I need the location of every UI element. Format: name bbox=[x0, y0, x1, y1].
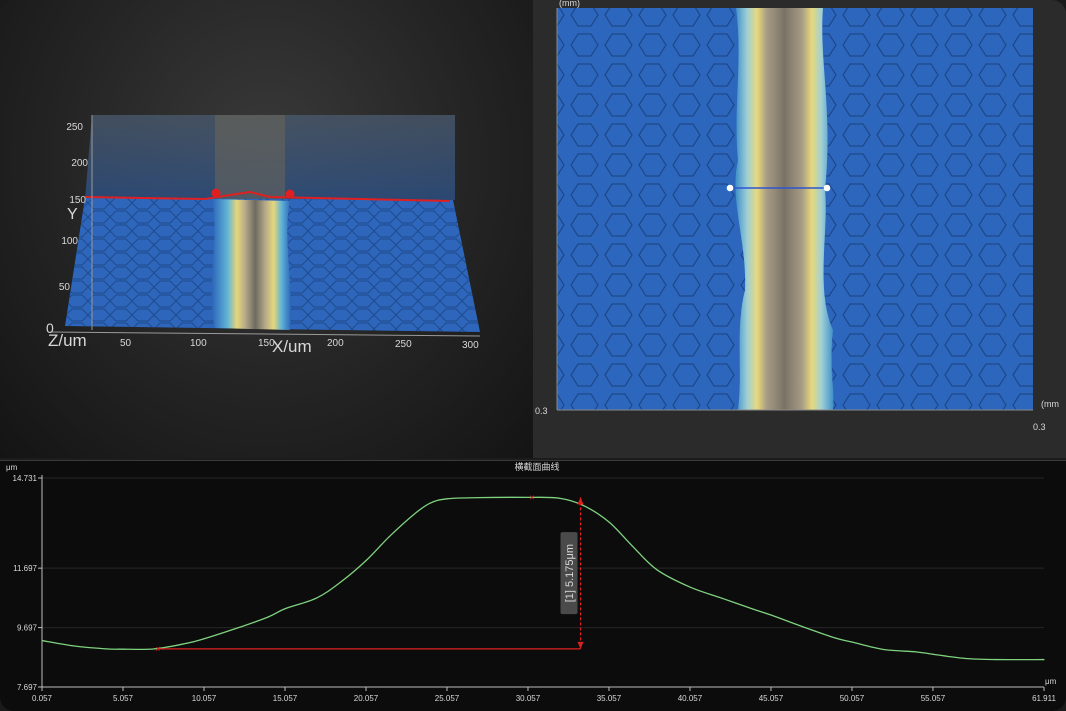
x-tick-label: 0.057 bbox=[32, 694, 53, 703]
profile-point bbox=[932, 653, 934, 655]
x-tick-3d: 50 bbox=[120, 338, 132, 349]
profile-point bbox=[105, 648, 107, 650]
profile-point bbox=[801, 625, 804, 628]
x-tick-label: 55.057 bbox=[921, 694, 946, 703]
profile-point bbox=[834, 637, 836, 639]
profile-point bbox=[656, 568, 658, 571]
x-tick-label: 25.057 bbox=[435, 694, 460, 703]
panel-profile-chart[interactable]: 横截面曲线 μm μm 14.731 11.697 9.697 7.697 0.057… bbox=[0, 460, 1066, 711]
x-tick-3d: 300 bbox=[462, 340, 479, 351]
app-window: 250 200 150 100 50 Y 0 Z/um 50 100 150 2… bbox=[0, 0, 1066, 711]
x-tick-label: 5.057 bbox=[113, 694, 134, 703]
y-tick-3d: 50 bbox=[59, 282, 71, 293]
measure-marker-right: × bbox=[529, 492, 534, 502]
profile-point bbox=[558, 497, 561, 499]
section-marker-right[interactable] bbox=[285, 189, 295, 199]
surface-3d-svg[interactable]: 250 200 150 100 50 Y 0 Z/um 50 100 150 2… bbox=[0, 0, 533, 458]
profile-point bbox=[720, 597, 723, 599]
section-marker-left[interactable] bbox=[211, 188, 221, 198]
chart-title: 横截面曲线 bbox=[514, 461, 559, 472]
profile-point bbox=[446, 498, 448, 500]
trench-front bbox=[211, 199, 292, 330]
bottom-left-value: 0.3 bbox=[535, 406, 548, 416]
x-tick-labels: 0.057 5.057 10.057 15.057 20.057 25.057 30.057… bbox=[32, 694, 1057, 703]
bottom-right-value: 0.3 bbox=[1033, 422, 1046, 432]
panel-3d-view[interactable]: 250 200 150 100 50 Y 0 Z/um 50 100 150 2… bbox=[0, 0, 533, 458]
profile-point bbox=[315, 597, 318, 599]
profile-point bbox=[284, 608, 286, 610]
y-tick-label: 14.731 bbox=[13, 474, 38, 483]
profile-point bbox=[41, 639, 43, 642]
z-axis-label-3d: Z/um bbox=[48, 331, 87, 350]
profile-point bbox=[851, 641, 853, 643]
measure-marker-left: × bbox=[155, 644, 160, 654]
y-axis-label-3d: Y bbox=[67, 206, 78, 223]
measurement-label[interactable]: [1] 5.175μm bbox=[560, 532, 578, 615]
y-unit-label: μm bbox=[6, 463, 18, 472]
profile-point bbox=[770, 614, 772, 616]
profile-point bbox=[689, 586, 691, 588]
x-axis-3d bbox=[49, 331, 481, 337]
y-tick-labels: 14.731 11.697 9.697 7.697 bbox=[13, 474, 38, 692]
profile-point bbox=[608, 521, 610, 523]
profile-point bbox=[72, 645, 75, 647]
profile-point bbox=[915, 651, 917, 653]
profile-point bbox=[583, 505, 585, 507]
chart-grid bbox=[38, 477, 1045, 691]
y-tick-label: 7.697 bbox=[17, 683, 38, 692]
x-tick-label: 20.057 bbox=[354, 694, 379, 703]
top-unit-label: (mm) bbox=[559, 0, 580, 8]
measure-arrow-top bbox=[577, 497, 584, 505]
measure-handle-left[interactable] bbox=[726, 184, 734, 192]
y-tick-3d: 100 bbox=[61, 236, 78, 247]
profile-point bbox=[631, 545, 633, 547]
measurement-label-text: [1] 5.175μm bbox=[564, 544, 576, 602]
profile-point bbox=[429, 502, 431, 504]
x-tick-label: 61.911 bbox=[1032, 694, 1056, 703]
profile-point bbox=[477, 497, 480, 499]
profile-point bbox=[413, 513, 415, 516]
x-tick-3d: 250 bbox=[395, 339, 412, 350]
x-tick-label: 45.057 bbox=[759, 694, 784, 703]
profile-chart-svg[interactable]: 横截面曲线 μm μm 14.731 11.697 9.697 7.697 0.057… bbox=[0, 461, 1066, 711]
x-tick-3d: 100 bbox=[190, 338, 207, 349]
profile-point bbox=[963, 657, 966, 659]
trench-back bbox=[215, 115, 285, 200]
x-tick-label: 30.057 bbox=[516, 694, 541, 703]
profile-point bbox=[186, 642, 188, 644]
right-unit-label: (mm bbox=[1041, 399, 1059, 409]
y-tick-label: 11.697 bbox=[13, 564, 37, 573]
profile-points bbox=[41, 496, 1045, 661]
trench-2d bbox=[735, 8, 834, 410]
y-tick-label: 9.697 bbox=[17, 624, 38, 633]
profile-point bbox=[996, 658, 998, 661]
x-tick-3d: 200 bbox=[327, 338, 344, 349]
y-tick-3d: 200 bbox=[71, 158, 88, 169]
profile-curve[interactable] bbox=[41, 496, 1045, 661]
profile-point bbox=[753, 608, 755, 610]
x-axis-label-3d: X/um bbox=[272, 337, 312, 356]
measure-handle-right[interactable] bbox=[823, 184, 831, 192]
y-tick-3d: 250 bbox=[66, 122, 83, 133]
profile-point bbox=[340, 581, 342, 583]
x-tick-label: 50.057 bbox=[840, 694, 865, 703]
x-tick-label: 15.057 bbox=[273, 694, 298, 703]
profile-point bbox=[365, 560, 367, 562]
x-tick-label: 10.057 bbox=[192, 694, 217, 703]
x-unit-label: μm bbox=[1045, 677, 1057, 686]
profile-point bbox=[882, 648, 885, 651]
profile-point bbox=[267, 616, 269, 618]
profile-point bbox=[234, 628, 237, 630]
panel-2d-view[interactable]: (mm) (mm 0.3 0.3 bbox=[533, 0, 1066, 458]
measure-arrow-bottom bbox=[577, 641, 584, 649]
profile-point bbox=[1043, 658, 1045, 661]
profile-point bbox=[203, 638, 205, 640]
x-tick-label: 35.057 bbox=[597, 694, 622, 703]
profile-point bbox=[388, 535, 390, 538]
x-tick-label: 40.057 bbox=[678, 694, 703, 703]
surface-2d-svg[interactable]: (mm) (mm 0.3 0.3 bbox=[533, 0, 1066, 458]
y-tick-3d: 150 bbox=[69, 195, 86, 206]
profile-point bbox=[122, 648, 124, 650]
